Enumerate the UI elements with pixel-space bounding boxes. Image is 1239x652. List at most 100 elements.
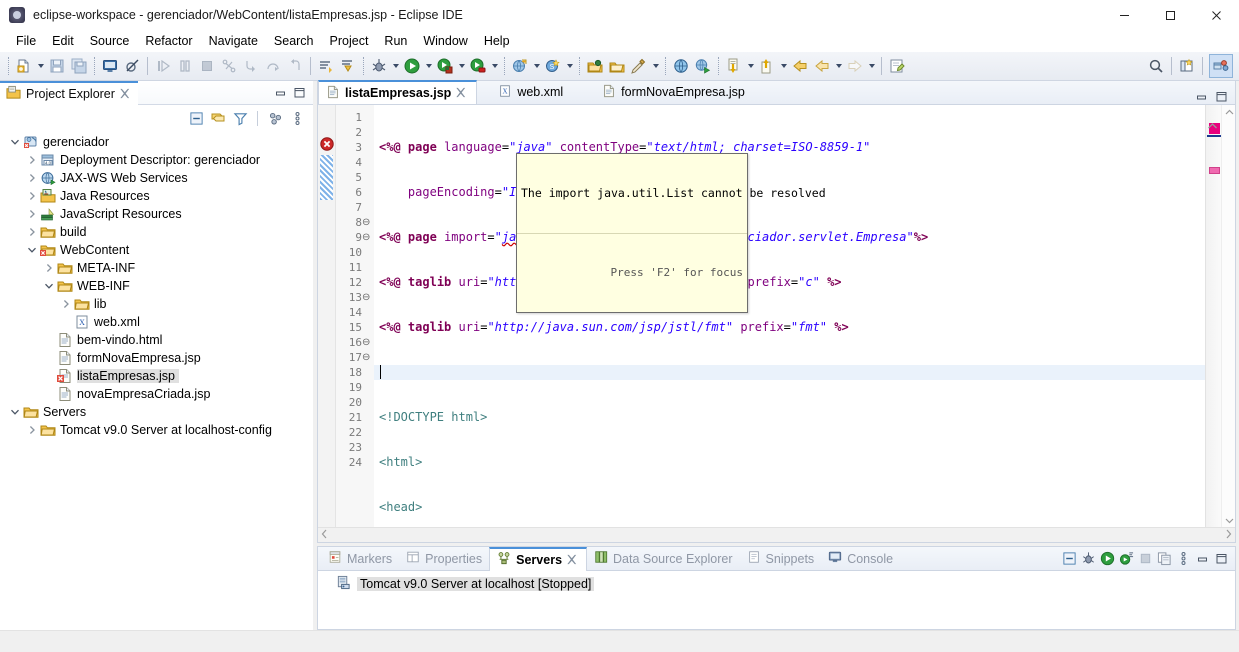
back-icon[interactable]	[789, 55, 811, 77]
tab-web-xml[interactable]: X web.xml	[491, 80, 571, 104]
minimize-view-icon[interactable]	[272, 85, 288, 101]
editor-vertical-scrollbar[interactable]	[1221, 105, 1235, 527]
tree-item-listaempresas-jsp[interactable]: listaEmpresas.jsp	[0, 367, 313, 385]
expand-arrow-icon[interactable]	[8, 403, 22, 421]
previous-edit-icon[interactable]	[723, 55, 745, 77]
tab-snippets[interactable]: Snippets	[740, 547, 822, 571]
new-web-project-dropdown-arrow[interactable]	[564, 55, 575, 77]
next-annotation-icon[interactable]	[315, 55, 337, 77]
menu-window[interactable]: Window	[415, 32, 475, 50]
previous-annotation-icon[interactable]	[337, 55, 359, 77]
project-tree[interactable]: gerenciador 4.0 Deployment Descriptor: g…	[0, 131, 313, 630]
previous-edit-dropdown-arrow[interactable]	[745, 55, 756, 77]
run-external-tools-icon[interactable]	[434, 55, 456, 77]
folding-ruler[interactable]: ⊖ ⊖ ⊖ ⊖ ⊖	[362, 105, 374, 527]
menu-refactor[interactable]: Refactor	[137, 32, 200, 50]
close-icon[interactable]	[1193, 0, 1239, 30]
new-server-icon[interactable]	[509, 55, 531, 77]
collapse-all-icon[interactable]	[1061, 551, 1077, 567]
fold-collapse-icon[interactable]: ⊖	[362, 290, 374, 305]
start-server-icon[interactable]	[1099, 551, 1115, 567]
menu-file[interactable]: File	[8, 32, 44, 50]
history-dropdown-arrow[interactable]	[833, 55, 844, 77]
tab-properties[interactable]: Properties	[399, 547, 489, 571]
menu-run[interactable]: Run	[376, 32, 415, 50]
new-dynamic-web-project-icon[interactable]: S	[542, 55, 564, 77]
new-wizard-dropdown-arrow[interactable]	[35, 55, 46, 77]
debug-icon[interactable]	[368, 55, 390, 77]
next-edit-icon[interactable]	[756, 55, 778, 77]
collapse-all-icon[interactable]	[188, 110, 204, 126]
close-view-icon[interactable]	[120, 88, 132, 100]
debug-server-icon[interactable]	[1080, 551, 1096, 567]
new-untitled-text-file-icon[interactable]	[886, 55, 908, 77]
scroll-left-icon[interactable]	[321, 529, 328, 541]
tree-item-webcontent[interactable]: WebContent	[0, 241, 313, 259]
tree-item-meta-inf[interactable]: META-INF	[0, 259, 313, 277]
overview-ruler[interactable]	[1205, 105, 1221, 527]
error-marker-icon[interactable]	[320, 137, 334, 151]
fold-collapse-icon[interactable]: ⊖	[362, 350, 374, 365]
tab-servers[interactable]: Servers	[489, 546, 588, 571]
tree-item-formnovaempresa-jsp[interactable]: formNovaEmpresa.jsp	[0, 349, 313, 367]
profile-icon[interactable]	[467, 55, 489, 77]
tab-console[interactable]: Console	[821, 547, 900, 571]
tree-item-novaempresacriada-jsp[interactable]: novaEmpresaCriada.jsp	[0, 385, 313, 403]
open-task-icon[interactable]	[606, 55, 628, 77]
close-view-icon[interactable]	[567, 554, 579, 566]
tree-item-web-xml[interactable]: X web.xml	[0, 313, 313, 331]
new-java-class-icon[interactable]	[628, 55, 650, 77]
expand-arrow-icon[interactable]	[25, 241, 39, 259]
fold-collapse-icon[interactable]: ⊖	[362, 335, 374, 350]
menu-source[interactable]: Source	[82, 32, 138, 50]
scroll-right-icon[interactable]	[1225, 529, 1232, 541]
tree-item-servers[interactable]: Servers	[0, 403, 313, 421]
menu-project[interactable]: Project	[322, 32, 377, 50]
publish-icon[interactable]	[1156, 551, 1172, 567]
tree-item-tomcat-config[interactable]: Tomcat v9.0 Server at localhost-config	[0, 421, 313, 439]
menu-help[interactable]: Help	[476, 32, 518, 50]
tab-data-source-explorer[interactable]: Data Source Explorer	[587, 547, 740, 571]
next-edit-dropdown-arrow[interactable]	[778, 55, 789, 77]
tab-project-explorer[interactable]: Project Explorer	[0, 80, 138, 105]
maximize-editor-icon[interactable]	[1213, 88, 1229, 104]
working-sets-icon[interactable]	[267, 110, 283, 126]
overview-scroll-up-icon[interactable]	[1207, 120, 1218, 134]
skip-breakpoints-icon[interactable]	[121, 55, 143, 77]
fold-collapse-icon[interactable]: ⊖	[362, 215, 374, 230]
minimize-view-icon[interactable]	[1194, 551, 1210, 567]
code-editor[interactable]: 1 2 3 4 5 6 7 8 9 10 11 12 13 14 15 16 1…	[318, 105, 1235, 527]
servers-list[interactable]: Tomcat v9.0 Server at localhost [Stopped…	[318, 571, 1235, 629]
collapse-arrow-icon[interactable]	[59, 295, 73, 313]
profile-server-icon[interactable]	[1118, 551, 1134, 567]
external-tools-dropdown-arrow[interactable]	[456, 55, 467, 77]
collapse-arrow-icon[interactable]	[25, 169, 39, 187]
expand-arrow-icon[interactable]	[8, 133, 22, 151]
open-type-icon[interactable]	[584, 55, 606, 77]
tree-item-lib[interactable]: lib	[0, 295, 313, 313]
run-icon[interactable]	[401, 55, 423, 77]
overview-change-marker[interactable]	[1209, 167, 1220, 174]
tree-item-deployment-descriptor[interactable]: 4.0 Deployment Descriptor: gerenciador	[0, 151, 313, 169]
code-text-area[interactable]: <%@ page language="java" contentType="te…	[374, 105, 1205, 527]
terminal-icon[interactable]	[99, 55, 121, 77]
maximize-icon[interactable]	[1147, 0, 1193, 30]
scroll-down-icon[interactable]	[1222, 513, 1236, 527]
view-menu-icon[interactable]	[289, 110, 305, 126]
expand-arrow-icon[interactable]	[42, 277, 56, 295]
menu-search[interactable]: Search	[266, 32, 322, 50]
server-row[interactable]: Tomcat v9.0 Server at localhost [Stopped…	[318, 575, 1235, 593]
minimize-editor-icon[interactable]	[1193, 88, 1209, 104]
forward-history-icon[interactable]	[811, 55, 833, 77]
profile-dropdown-arrow[interactable]	[489, 55, 500, 77]
menu-edit[interactable]: Edit	[44, 32, 82, 50]
new-server-dropdown-arrow[interactable]	[531, 55, 542, 77]
tree-item-jax-ws-web-services[interactable]: JAX-WS Web Services	[0, 169, 313, 187]
open-perspective-icon[interactable]	[1176, 55, 1198, 77]
collapse-arrow-icon[interactable]	[25, 187, 39, 205]
menu-navigate[interactable]: Navigate	[201, 32, 266, 50]
collapse-arrow-icon[interactable]	[25, 421, 39, 439]
tree-item-javascript-resources[interactable]: JavaScript Resources	[0, 205, 313, 223]
close-editor-icon[interactable]	[456, 87, 468, 99]
link-with-editor-icon[interactable]	[210, 110, 226, 126]
